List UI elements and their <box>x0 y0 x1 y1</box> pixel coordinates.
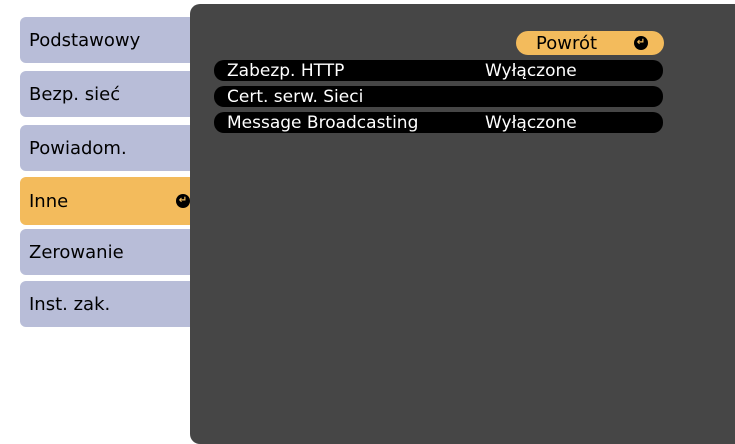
settings-panel: Powrót ↵ Zabezp. HTTP Wyłączone Cert. se… <box>190 4 735 444</box>
settings-screen: Podstawowy Bezp. sieć Powiadom. Inne ↵ Z… <box>0 0 735 444</box>
back-button[interactable]: Powrót ↵ <box>516 31 664 55</box>
sidebar-item-zerowanie[interactable]: Zerowanie <box>20 229 198 275</box>
setting-row-label: Message Broadcasting <box>227 112 419 133</box>
sidebar-item-label: Powiadom. <box>29 137 127 159</box>
sidebar-item-inne[interactable]: Inne ↵ <box>20 177 198 225</box>
setting-row-label: Zabezp. HTTP <box>227 60 345 81</box>
back-button-label: Powrót <box>536 32 598 54</box>
sidebar-item-label: Inst. zak. <box>29 293 111 315</box>
sidebar-item-label: Podstawowy <box>29 29 141 51</box>
sidebar-item-powiadom[interactable]: Powiadom. <box>20 125 198 171</box>
sidebar-item-bezp-siec[interactable]: Bezp. sieć <box>20 71 198 117</box>
setting-row-label: Cert. serw. Sieci <box>227 86 364 107</box>
enter-icon: ↵ <box>176 194 190 208</box>
setting-row-message-broadcasting[interactable]: Message Broadcasting Wyłączone <box>214 112 663 133</box>
sidebar-item-label: Bezp. sieć <box>29 83 121 105</box>
setting-row-value: Wyłączone <box>485 112 577 133</box>
sidebar-item-podstawowy[interactable]: Podstawowy <box>20 17 198 63</box>
sidebar-item-label: Inne <box>29 190 69 212</box>
sidebar-item-label: Zerowanie <box>29 241 124 263</box>
enter-icon: ↵ <box>634 36 648 50</box>
setting-row-value: Wyłączone <box>485 60 577 81</box>
sidebar-item-inst-zak[interactable]: Inst. zak. <box>20 281 198 327</box>
setting-row-http-security[interactable]: Zabezp. HTTP Wyłączone <box>214 60 663 81</box>
setting-row-web-server-cert[interactable]: Cert. serw. Sieci <box>214 86 663 107</box>
